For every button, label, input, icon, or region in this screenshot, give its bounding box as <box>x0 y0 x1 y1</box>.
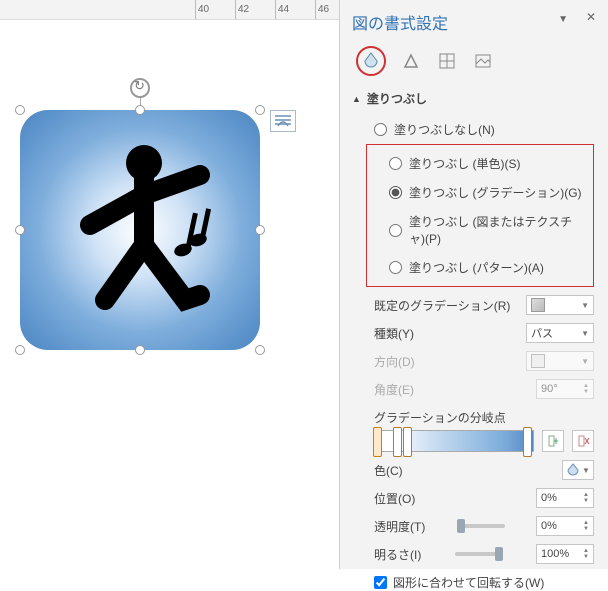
resize-handle-e[interactable] <box>255 225 265 235</box>
angle-input: 90°▲▼ <box>536 379 594 399</box>
ruler-tick: 46 <box>315 0 329 19</box>
gradient-stop[interactable] <box>393 427 402 457</box>
resize-handle-s[interactable] <box>135 345 145 355</box>
remove-stop-button[interactable] <box>572 430 594 452</box>
collapse-arrow-icon: ▲ <box>352 94 361 104</box>
ruler-tick: 44 <box>275 0 289 19</box>
rotate-with-shape-checkbox[interactable]: 図形に合わせて回転する(W) <box>374 574 594 591</box>
dancer-icon <box>50 135 230 325</box>
resize-handle-se[interactable] <box>255 345 265 355</box>
color-picker-button[interactable]: ▼ <box>562 460 594 480</box>
close-icon[interactable]: ✕ <box>586 10 596 24</box>
radio-solid-fill[interactable]: 塗りつぶし (単色)(S) <box>389 149 585 178</box>
layout-options-button[interactable] <box>270 110 296 132</box>
direction-dropdown: ▼ <box>526 351 594 371</box>
picture-content <box>20 110 260 350</box>
gradient-stops-bar[interactable] <box>374 430 534 452</box>
label-transparency: 透明度(T) <box>374 518 425 535</box>
horizontal-ruler: 40 42 44 46 <box>0 0 339 20</box>
label-angle: 角度(E) <box>374 381 414 398</box>
gradient-stop[interactable] <box>403 427 412 457</box>
swatch-icon <box>531 354 545 368</box>
label-direction: 方向(D) <box>374 353 415 370</box>
radio-gradient-fill[interactable]: 塗りつぶし (グラデーション)(G) <box>389 178 585 207</box>
resize-handle-sw[interactable] <box>15 345 25 355</box>
highlighted-options: 塗りつぶし (単色)(S) 塗りつぶし (グラデーション)(G) 塗りつぶし (… <box>366 144 594 287</box>
ruler-tick: 40 <box>195 0 209 19</box>
gradient-stop[interactable] <box>523 427 532 457</box>
label-stops: グラデーションの分岐点 <box>374 409 594 426</box>
ruler-tick: 42 <box>235 0 249 19</box>
add-stop-button[interactable] <box>542 430 564 452</box>
radio-picture-fill[interactable]: 塗りつぶし (図またはテクスチャ)(P) <box>389 207 585 253</box>
transparency-input[interactable]: 0%▲▼ <box>536 516 594 536</box>
resize-handle-n[interactable] <box>135 105 145 115</box>
section-title: 塗りつぶし <box>367 90 427 107</box>
gradient-stop[interactable] <box>373 427 382 457</box>
paint-bucket-icon <box>566 463 580 477</box>
tab-layout[interactable] <box>436 50 458 72</box>
label-brightness: 明るさ(I) <box>374 546 421 563</box>
preset-gradient-dropdown[interactable]: ▼ <box>526 295 594 315</box>
brightness-slider[interactable] <box>455 552 503 556</box>
transparency-slider[interactable] <box>457 524 505 528</box>
brightness-input[interactable]: 100%▲▼ <box>536 544 594 564</box>
tab-picture[interactable] <box>472 50 494 72</box>
radio-no-fill[interactable]: 塗りつぶしなし(N) <box>374 115 594 144</box>
selected-picture[interactable] <box>20 110 260 350</box>
tab-fill-line[interactable] <box>356 46 386 76</box>
radio-pattern-fill[interactable]: 塗りつぶし (パターン)(A) <box>389 253 585 282</box>
panel-menu-caret[interactable]: ▼ <box>558 14 568 25</box>
label-preset: 既定のグラデーション(R) <box>374 297 510 314</box>
position-input[interactable]: 0%▲▼ <box>536 488 594 508</box>
label-position: 位置(O) <box>374 490 415 507</box>
label-color: 色(C) <box>374 462 403 479</box>
section-fill-header[interactable]: ▲ 塗りつぶし <box>352 90 594 107</box>
gradient-type-dropdown[interactable]: パス▼ <box>526 323 594 343</box>
label-type: 種類(Y) <box>374 325 414 342</box>
tab-effects[interactable] <box>400 50 422 72</box>
resize-handle-w[interactable] <box>15 225 25 235</box>
swatch-icon <box>531 298 545 312</box>
resize-handle-ne[interactable] <box>255 105 265 115</box>
resize-handle-nw[interactable] <box>15 105 25 115</box>
rotation-handle[interactable] <box>130 78 150 98</box>
